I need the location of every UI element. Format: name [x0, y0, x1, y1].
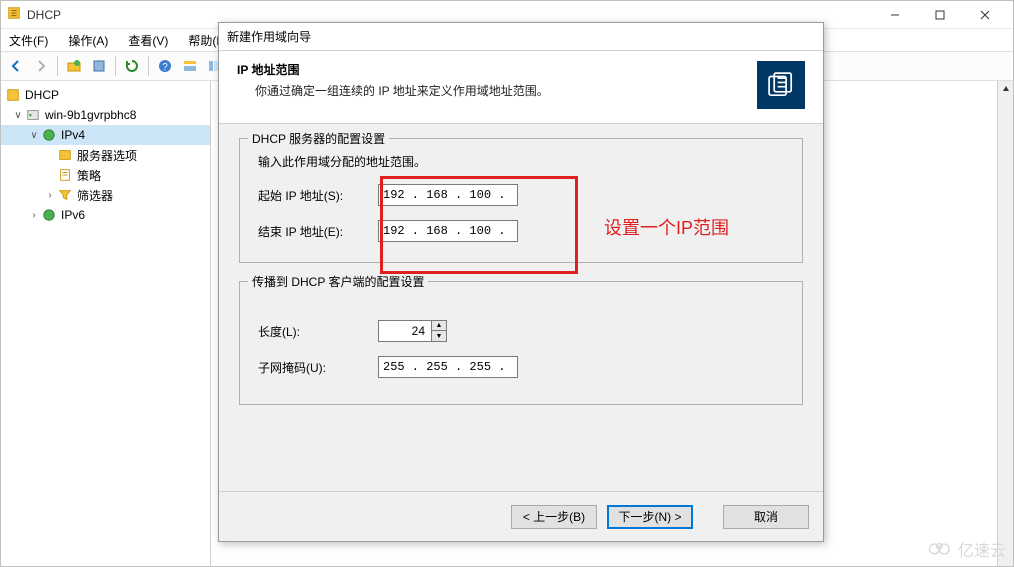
group-legend: 传播到 DHCP 客户端的配置设置 [248, 273, 428, 290]
watermark: 亿速云 [926, 537, 1006, 561]
ipv6-icon [41, 207, 57, 223]
forward-button[interactable] [30, 55, 52, 77]
dialog-footer: < 上一步(B) 下一步(N) > 取消 [219, 491, 823, 541]
scroll-up-arrow[interactable] [1000, 83, 1012, 95]
end-ip-input[interactable] [378, 220, 518, 242]
start-ip-input[interactable] [378, 184, 518, 206]
spin-up-icon[interactable]: ▲ [432, 321, 446, 331]
end-ip-label: 结束 IP 地址(E): [258, 223, 378, 240]
mask-input[interactable] [378, 356, 518, 378]
refresh-button[interactable] [121, 55, 143, 77]
group-legend: DHCP 服务器的配置设置 [248, 130, 389, 147]
back-button[interactable]: < 上一步(B) [511, 505, 597, 529]
close-button[interactable] [962, 1, 1007, 29]
dialog-title: 新建作用域向导 [219, 23, 823, 51]
menu-file[interactable]: 文件(F) [5, 30, 52, 51]
client-settings-group: 传播到 DHCP 客户端的配置设置 长度(L): ▲ ▼ 子网掩码(U): [239, 281, 803, 405]
length-input[interactable] [378, 320, 432, 342]
length-label: 长度(L): [258, 323, 378, 340]
start-ip-label: 起始 IP 地址(S): [258, 187, 378, 204]
tree-expand-icon[interactable]: › [43, 190, 57, 201]
filter-icon [57, 187, 73, 203]
toolbar-separator [57, 56, 58, 76]
next-button[interactable]: 下一步(N) > [607, 505, 693, 529]
tree-collapse-icon[interactable]: ∨ [27, 130, 41, 141]
tree-server-options[interactable]: 服务器选项 [1, 145, 210, 165]
range-hint: 输入此作用域分配的地址范围。 [258, 153, 784, 170]
new-scope-wizard-dialog: 新建作用域向导 IP 地址范围 你通过确定一组连续的 IP 地址来定义作用域地址… [218, 22, 824, 542]
dialog-body: DHCP 服务器的配置设置 输入此作用域分配的地址范围。 起始 IP 地址(S)… [219, 124, 823, 437]
svg-text:?: ? [162, 62, 168, 73]
wizard-icon [757, 61, 805, 109]
window-title: DHCP [27, 8, 872, 22]
server-settings-group: DHCP 服务器的配置设置 输入此作用域分配的地址范围。 起始 IP 地址(S)… [239, 138, 803, 263]
dhcp-icon [5, 87, 21, 103]
tree-ipv6[interactable]: › IPv6 [1, 205, 210, 225]
tree-label: IPv6 [61, 208, 85, 222]
tree-collapse-icon[interactable]: ∨ [11, 110, 25, 121]
watermark-text: 亿速云 [958, 537, 1006, 561]
tree-ipv4[interactable]: ∨ IPv4 [1, 125, 210, 145]
view-button[interactable] [179, 55, 201, 77]
tree-panel: DHCP ∨ win-9b1gvrpbhc8 ∨ IPv4 服务器选项 策略 [1, 81, 211, 566]
new-folder-button[interactable] [63, 55, 85, 77]
dialog-header-desc: 你通过确定一组连续的 IP 地址来定义作用域地址范围。 [237, 82, 757, 99]
maximize-button[interactable] [917, 1, 962, 29]
dialog-header-title: IP 地址范围 [237, 61, 757, 78]
tree-server[interactable]: ∨ win-9b1gvrpbhc8 [1, 105, 210, 125]
toolbar-separator [148, 56, 149, 76]
tree-root-dhcp[interactable]: DHCP [1, 85, 210, 105]
tree-label: 策略 [77, 167, 101, 184]
spin-down-icon[interactable]: ▼ [432, 331, 446, 341]
app-icon [7, 6, 21, 23]
annotation-text: 设置一个IP范围 [604, 214, 729, 240]
tree-label: 服务器选项 [77, 147, 137, 164]
dialog-header: IP 地址范围 你通过确定一组连续的 IP 地址来定义作用域地址范围。 [219, 51, 823, 124]
back-button[interactable] [5, 55, 27, 77]
server-icon [25, 107, 41, 123]
tree-policies[interactable]: 策略 [1, 165, 210, 185]
tree-label: win-9b1gvrpbhc8 [45, 108, 136, 122]
tree-label: 筛选器 [77, 187, 113, 204]
tree-label: IPv4 [61, 128, 85, 142]
options-icon [57, 147, 73, 163]
help-button[interactable]: ? [154, 55, 176, 77]
policy-icon [57, 167, 73, 183]
menu-action[interactable]: 操作(A) [64, 30, 112, 51]
tree-label: DHCP [25, 88, 59, 102]
minimize-button[interactable] [872, 1, 917, 29]
mask-label: 子网掩码(U): [258, 359, 378, 376]
length-spinner[interactable]: ▲ ▼ [432, 320, 447, 342]
menu-view[interactable]: 查看(V) [124, 30, 172, 51]
tree-filters[interactable]: › 筛选器 [1, 185, 210, 205]
properties-button[interactable] [88, 55, 110, 77]
scroll-gutter [997, 81, 1013, 566]
tree-expand-icon[interactable]: › [27, 210, 41, 221]
toolbar-separator [115, 56, 116, 76]
ipv4-icon [41, 127, 57, 143]
cancel-button[interactable]: 取消 [723, 505, 809, 529]
